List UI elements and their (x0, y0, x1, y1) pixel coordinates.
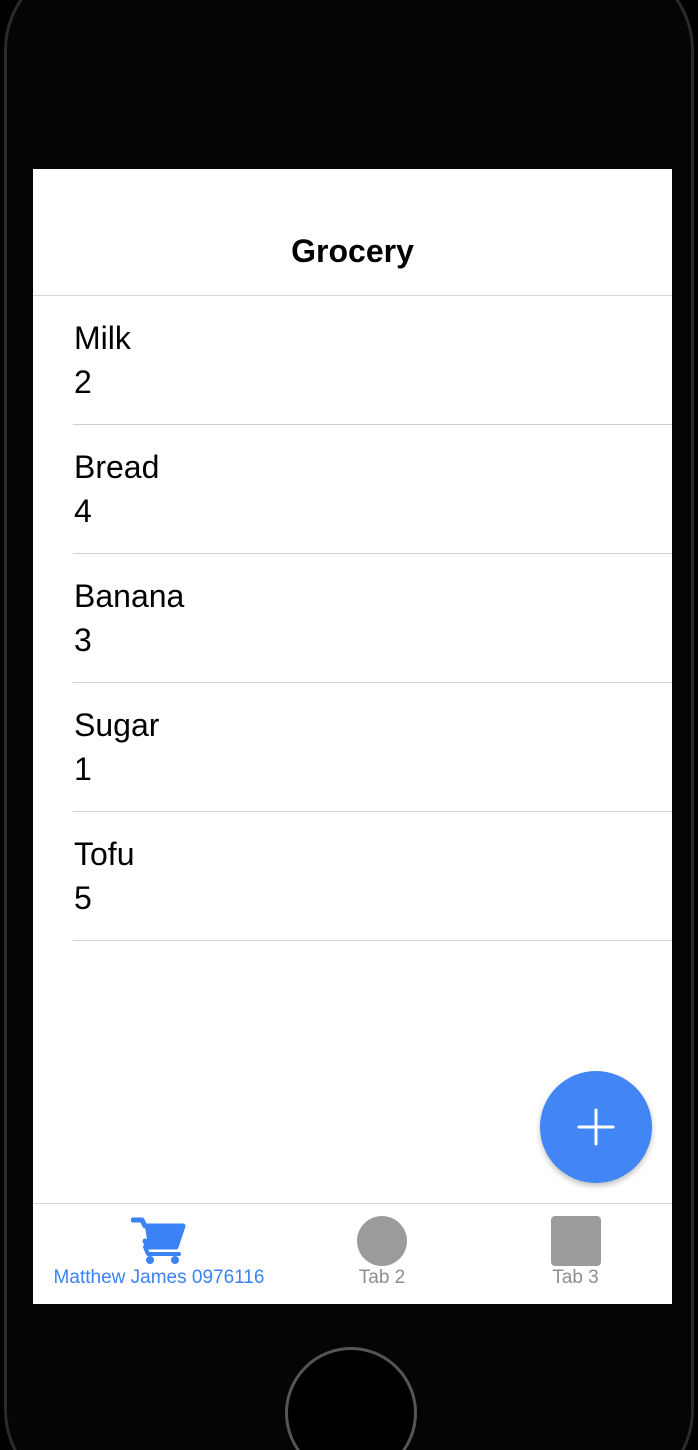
add-item-button[interactable] (540, 1071, 652, 1183)
tab-label: Tab 2 (358, 1267, 406, 1288)
item-quantity: 4 (74, 493, 92, 529)
square-icon (551, 1216, 601, 1266)
list-item[interactable]: Milk 2 (33, 296, 672, 425)
list-item[interactable]: Sugar 1 (33, 683, 672, 812)
item-quantity: 3 (74, 622, 92, 658)
plus-icon (577, 1108, 615, 1146)
item-name: Banana (74, 578, 185, 614)
navigation-bar: Grocery (33, 169, 672, 296)
app-screen: Grocery Milk 2 Bread 4 Banana 3 Sugar 1 (33, 169, 672, 1304)
grocery-list: Milk 2 Bread 4 Banana 3 Sugar 1 Tofu 5 (33, 296, 672, 941)
item-name: Sugar (74, 707, 160, 743)
list-item[interactable]: Banana 3 (33, 554, 672, 683)
item-quantity: 1 (74, 751, 92, 787)
item-name: Tofu (74, 836, 135, 872)
tab-bar: Matthew James 0976116 Tab 2 Tab 3 (33, 1203, 672, 1304)
item-name: Bread (74, 449, 160, 485)
tab-label: Tab 3 (552, 1267, 599, 1288)
tab-grocery[interactable]: Matthew James 0976116 (33, 1204, 285, 1304)
page-title: Grocery (291, 233, 414, 269)
cart-icon (131, 1217, 186, 1264)
circle-icon (357, 1216, 407, 1266)
tab-3[interactable]: Tab 3 (479, 1204, 672, 1304)
device-frame: Grocery Milk 2 Bread 4 Banana 3 Sugar 1 (0, 0, 698, 1450)
item-name: Milk (74, 320, 131, 356)
row-divider (73, 940, 672, 941)
tab-label: Matthew James 0976116 (53, 1267, 265, 1288)
item-quantity: 2 (74, 364, 92, 400)
list-item[interactable]: Tofu 5 (33, 812, 672, 941)
item-quantity: 5 (74, 880, 92, 916)
tab-2[interactable]: Tab 2 (285, 1204, 479, 1304)
list-item[interactable]: Bread 4 (33, 425, 672, 554)
